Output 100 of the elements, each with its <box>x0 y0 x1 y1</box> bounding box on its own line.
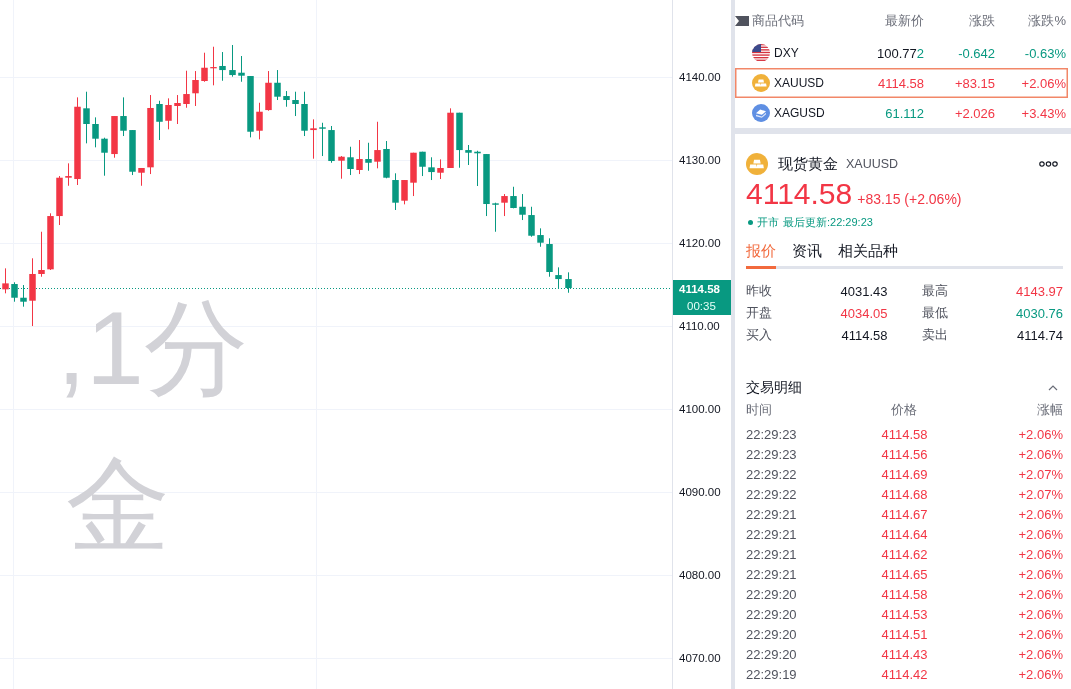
trade-time: 22:29:21 <box>746 526 797 542</box>
percent-change: -0.63% <box>1024 45 1066 61</box>
stat-value: 4114.74 <box>1016 327 1063 343</box>
stat-label: 买入 <box>746 326 772 344</box>
market-status: 开市 <box>757 214 779 230</box>
watchlist-row[interactable]: XAGUSD 61.112 +2.026 +3.43% <box>735 98 1068 128</box>
percent-change: +2.06% <box>1021 75 1066 91</box>
trade-time: 22:29:20 <box>746 626 797 642</box>
last-price-label: 4114.58 <box>679 283 720 295</box>
stat-label: 最高 <box>921 282 948 300</box>
candle <box>247 75 254 138</box>
trade-price: 4114.67 <box>881 506 928 522</box>
candle <box>374 121 381 169</box>
candle <box>183 70 190 109</box>
candle <box>465 144 472 166</box>
candle <box>29 257 36 327</box>
tab[interactable]: 相关品种 <box>838 241 898 269</box>
axis-label: 4100.00 <box>679 403 721 416</box>
trade-change: +2.06% <box>1018 546 1063 562</box>
column-header: 时间 <box>746 401 772 419</box>
trade-change: +2.06% <box>1018 526 1063 542</box>
candle <box>192 70 199 107</box>
stat-value: 4030.76 <box>1016 305 1063 321</box>
trade-price: 4114.65 <box>881 566 928 582</box>
candle <box>156 100 163 141</box>
candle <box>456 112 463 169</box>
axis-label: 4120.00 <box>679 237 721 250</box>
watchlist-row[interactable]: XAUUSD 4114.58 +83.15 +2.06% <box>735 68 1068 98</box>
candle <box>83 91 90 144</box>
column-header: 价格 <box>891 401 918 419</box>
stat-value: 4143.97 <box>1016 283 1063 299</box>
candle <box>474 150 481 187</box>
candle <box>428 156 435 181</box>
bullion-icon <box>752 74 770 92</box>
candle <box>283 90 290 108</box>
candle <box>65 162 72 187</box>
trade-price: 4114.58 <box>881 586 928 602</box>
column-header: 商品代码 <box>752 12 804 30</box>
symbol-label: XAGUSD <box>774 106 825 120</box>
stat-value: 4034.05 <box>840 305 888 321</box>
candle <box>129 129 136 176</box>
trade-time: 22:29:21 <box>746 546 797 562</box>
candle <box>101 137 108 177</box>
price-change: +83.15 <box>954 75 995 91</box>
trade-time: 22:29:21 <box>746 566 797 582</box>
symbol-label: XAUUSD <box>774 76 824 90</box>
trade-price: 4114.64 <box>881 526 928 542</box>
candle <box>201 52 208 83</box>
candle <box>238 55 245 83</box>
column-header: 涨幅 <box>1037 401 1063 419</box>
trade-change: +2.06% <box>1018 586 1063 602</box>
candle <box>20 284 27 308</box>
candle <box>2 267 9 294</box>
trade-change: +2.06% <box>1018 506 1063 522</box>
last-price: 61.112 <box>885 105 924 121</box>
trade-price: 4114.68 <box>881 486 928 502</box>
candle <box>356 139 363 175</box>
more-icon[interactable] <box>1039 161 1058 167</box>
candle <box>219 51 226 82</box>
symbol-label: DXY <box>774 46 799 60</box>
instrument-name: 现货黄金 <box>778 154 838 174</box>
candle <box>56 175 63 226</box>
update-time: 最后更新:22:29:23 <box>783 214 873 230</box>
price-tag <box>673 280 731 315</box>
candle <box>174 94 181 125</box>
trade-time: 22:29:22 <box>746 466 797 482</box>
stat-value: 4114.58 <box>841 327 888 343</box>
column-header: 最新价 <box>885 12 924 30</box>
trade-price: 4114.56 <box>881 446 928 462</box>
candle <box>565 271 572 294</box>
trade-price: 4114.58 <box>881 426 928 442</box>
trade-change: +2.06% <box>1018 626 1063 642</box>
last-price: 4114.58 <box>746 177 853 211</box>
candle <box>210 46 217 86</box>
trade-price: 4114.43 <box>881 646 928 662</box>
candle <box>383 140 390 179</box>
candle <box>301 91 308 137</box>
candle <box>138 167 145 187</box>
trade-price: 4114.69 <box>881 466 928 482</box>
stat-value: 4031.43 <box>840 283 888 299</box>
watchlist-row[interactable]: DXY 100.772 -0.642 -0.63% <box>735 38 1068 68</box>
trade-time: 22:29:20 <box>746 586 797 602</box>
axis-label: 4140.00 <box>679 71 721 84</box>
last-price: 4114.58 <box>877 75 924 91</box>
bullion-icon <box>746 153 768 175</box>
trade-change: +2.06% <box>1018 666 1063 682</box>
ribbon-icon <box>735 16 749 26</box>
candle <box>11 281 18 303</box>
trade-change: +2.06% <box>1018 446 1063 462</box>
axis-label: 4090.00 <box>679 486 721 499</box>
candle <box>310 118 317 160</box>
trade-price: 4114.51 <box>881 626 928 642</box>
trade-change: +2.07% <box>1018 486 1063 502</box>
candle <box>229 44 236 78</box>
candle <box>47 212 54 271</box>
trade-time: 22:29:20 <box>746 606 797 622</box>
tab[interactable]: 资讯 <box>792 241 822 269</box>
candle <box>338 155 345 180</box>
chevron-up-icon[interactable] <box>1048 385 1058 391</box>
candle <box>392 172 399 211</box>
